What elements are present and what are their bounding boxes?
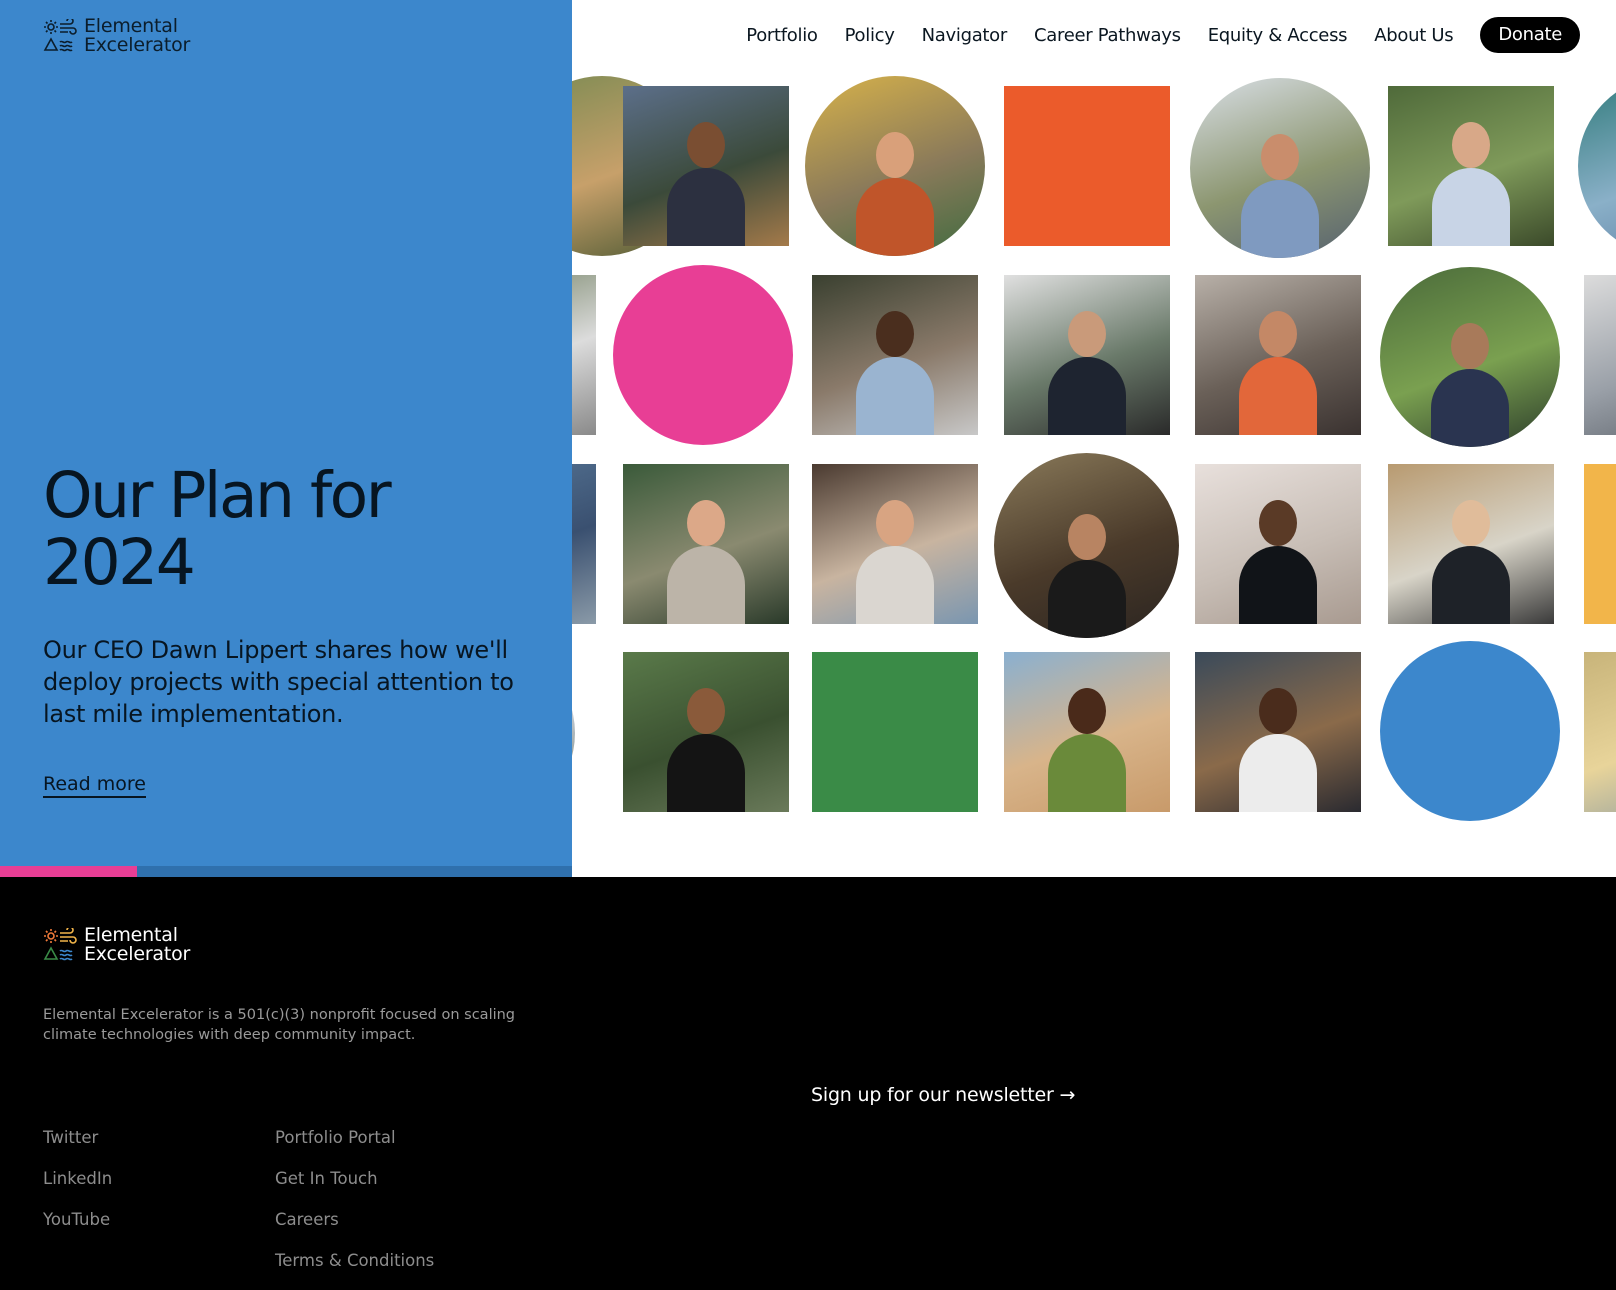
grid-person: [856, 132, 934, 256]
site-links: Portfolio Portal Get In Touch Careers Te…: [275, 1128, 434, 1290]
grid-person: [1239, 688, 1317, 812]
pink-circle: [613, 265, 793, 445]
grid-person: [1239, 311, 1317, 435]
social-links: Twitter LinkedIn YouTube: [43, 1128, 112, 1251]
grid-photo: [623, 86, 789, 246]
twitter-link[interactable]: Twitter: [43, 1128, 112, 1169]
get-in-touch-link[interactable]: Get In Touch: [275, 1169, 434, 1210]
grid-person: [1432, 500, 1510, 624]
careers-link[interactable]: Careers: [275, 1210, 434, 1251]
logo-wordmark: Elemental Excelerator: [84, 17, 190, 55]
terms-conditions-link[interactable]: Terms & Conditions: [275, 1251, 434, 1290]
green-square: [812, 652, 978, 812]
portfolio-portal-link[interactable]: Portfolio Portal: [275, 1128, 434, 1169]
slide-progress-fill: [0, 866, 138, 877]
nav-item-about-us[interactable]: About Us: [1374, 25, 1453, 46]
brand-logo[interactable]: Elemental Excelerator: [43, 17, 190, 55]
hero-subtext: Our CEO Dawn Lippert shares how we'll de…: [43, 636, 514, 728]
grid-photo: [623, 464, 789, 624]
logo-line-2: Excelerator: [84, 943, 191, 965]
footer-blurb: Elemental Excelerator is a 501(c)(3) non…: [43, 1007, 516, 1043]
hero-panel: Elemental Excelerator Our Plan for 2024 …: [0, 0, 572, 877]
logo-mark-icon: [43, 928, 77, 961]
grid-photo: [1004, 275, 1170, 435]
hero-headline-line-1: Our Plan for: [43, 459, 392, 532]
footer-logo[interactable]: Elemental Excelerator: [43, 926, 190, 964]
grid-person: [667, 688, 745, 812]
grid-photo-partial: [1584, 275, 1616, 435]
grid-person: [1239, 500, 1317, 624]
grid-photo: [812, 275, 978, 435]
hero-headline-line-2: 2024: [43, 526, 196, 599]
grid-person: [1048, 688, 1126, 812]
donate-button[interactable]: Donate: [1480, 17, 1580, 53]
newsletter-signup-link[interactable]: Sign up for our newsletter →: [811, 1084, 1075, 1106]
orange-square: [1004, 86, 1170, 246]
grid-person: [856, 500, 934, 624]
grid-person: [1047, 514, 1126, 638]
linkedin-link[interactable]: LinkedIn: [43, 1169, 112, 1210]
read-more-link[interactable]: Read more: [43, 773, 146, 798]
grid-photo: [1190, 78, 1370, 258]
hero-section: Portfolio Policy Navigator Career Pathwa…: [0, 0, 1616, 877]
logo-line-2: Excelerator: [84, 34, 191, 56]
nav-item-equity-access[interactable]: Equity & Access: [1208, 25, 1348, 46]
nav-item-portfolio[interactable]: Portfolio: [746, 25, 818, 46]
grid-photo: [1380, 267, 1560, 447]
site-footer: Elemental Excelerator Elemental Excelera…: [0, 877, 1616, 1290]
logo-mark-icon: [43, 19, 77, 52]
grid-photo: [1388, 464, 1554, 624]
grid-person: [1048, 311, 1126, 435]
yellow-square-partial: [1584, 464, 1616, 624]
grid-person: [1431, 323, 1509, 447]
hero-headline: Our Plan for 2024: [43, 462, 523, 596]
grid-photo: [1195, 275, 1361, 435]
main-nav: Portfolio Policy Navigator Career Pathwa…: [719, 17, 1580, 53]
nav-item-navigator[interactable]: Navigator: [922, 25, 1008, 46]
youtube-link[interactable]: YouTube: [43, 1210, 112, 1251]
grid-photo: [812, 464, 978, 624]
logo-wordmark: Elemental Excelerator: [84, 926, 190, 964]
grid-photo: [623, 652, 789, 812]
nav-item-career-pathways[interactable]: Career Pathways: [1034, 25, 1181, 46]
grid-person: [856, 311, 934, 435]
grid-person: [1241, 134, 1319, 258]
grid-photo: [1388, 86, 1554, 246]
grid-photo: [1004, 652, 1170, 812]
blue-circle: [1380, 641, 1560, 821]
grid-photo-partial: [1578, 76, 1616, 256]
slide-progress-bar: [0, 866, 572, 877]
grid-photo: [1195, 652, 1361, 812]
nav-item-policy[interactable]: Policy: [845, 25, 895, 46]
grid-photo: [805, 76, 985, 256]
grid-photo: [994, 453, 1179, 638]
grid-photo-partial: [1584, 652, 1616, 812]
grid-person: [667, 122, 745, 246]
grid-photo: [1195, 464, 1361, 624]
grid-person: [667, 500, 745, 624]
grid-person: [1432, 122, 1510, 246]
